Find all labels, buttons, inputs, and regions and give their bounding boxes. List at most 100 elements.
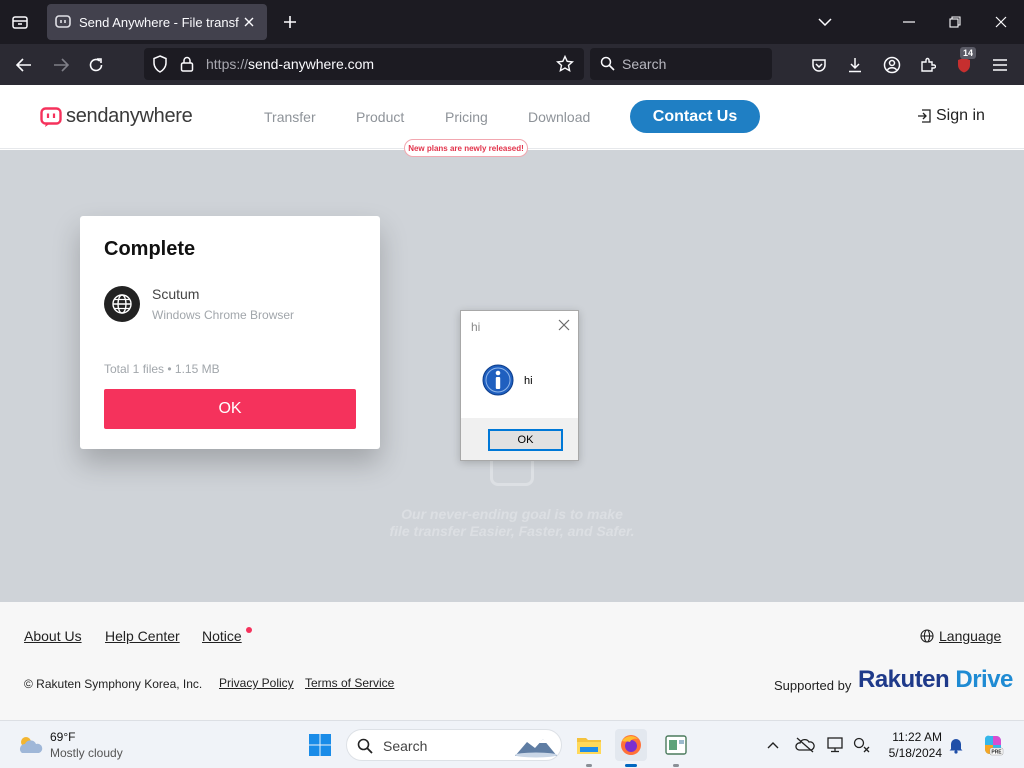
terms-of-service-link[interactable]: Terms of Service [305, 676, 394, 690]
search-highlight-icon [513, 734, 559, 758]
dialog-title: hi [471, 320, 481, 334]
sign-in-link[interactable]: Sign in [916, 107, 985, 125]
copyright: © Rakuten Symphony Korea, Inc. [24, 677, 203, 691]
globe-small-icon [920, 629, 934, 643]
back-arrow-icon[interactable] [9, 50, 39, 80]
windows-taskbar: 69°F Mostly cloudy Search 11:22 AM 5/18/… [0, 720, 1024, 768]
send-anywhere-favicon-icon [55, 14, 71, 30]
pricing-new-badge[interactable]: New plans are newly released! [404, 139, 528, 157]
firefox-active-indicator [625, 764, 637, 767]
weather-widget[interactable]: 69°F Mostly cloudy [16, 729, 123, 761]
tagline-line-1: Our never-ending goal is to make [401, 506, 623, 522]
tab-list-icon[interactable] [6, 8, 34, 36]
app-window-icon[interactable] [660, 729, 692, 761]
footer-link-help-center[interactable]: Help Center [105, 628, 180, 644]
minimize-window-icon[interactable] [886, 0, 932, 44]
account-icon[interactable] [877, 50, 907, 80]
svg-text:PRE: PRE [991, 750, 1002, 756]
logo-mark-icon [40, 106, 62, 127]
firefox-icon[interactable] [615, 729, 647, 761]
dialog-message: hi [524, 375, 533, 387]
tab-close-icon[interactable] [239, 12, 259, 32]
tagline-line-2: file transfer Easier, Faster, and Safer. [389, 523, 635, 539]
language-selector[interactable]: Language [920, 628, 1001, 644]
nav-link-product[interactable]: Product [356, 109, 404, 125]
ublock-extension-icon[interactable]: 14 [949, 47, 979, 80]
extensions-puzzle-icon[interactable] [913, 50, 943, 80]
tracking-shield-icon[interactable] [152, 55, 168, 73]
magnifier-icon [600, 56, 615, 71]
taskbar-search-icon [357, 738, 373, 754]
footer-link-notice[interactable]: Notice [202, 628, 242, 644]
nav-link-download[interactable]: Download [528, 109, 590, 125]
globe-icon [104, 286, 140, 322]
drive-wordmark: Drive [955, 666, 1013, 693]
browser-search-bar[interactable]: Search [590, 48, 772, 80]
sign-in-label: Sign in [936, 107, 985, 124]
send-anywhere-logo[interactable]: sendanywhere [40, 105, 193, 128]
pocket-icon[interactable] [804, 50, 834, 80]
supported-by-label: Supported by [774, 678, 852, 693]
card-title: Complete [104, 238, 196, 260]
new-tab-plus-icon[interactable] [276, 8, 304, 36]
taskbar-search-box[interactable]: Search [346, 729, 562, 761]
restore-window-icon[interactable] [932, 0, 978, 44]
logo-word-send: send [66, 105, 109, 127]
privacy-policy-link[interactable]: Privacy Policy [219, 676, 294, 690]
clock-time: 11:22 AM [892, 730, 942, 744]
clock-date: 5/18/2024 [888, 746, 942, 760]
dialog-ok-button[interactable]: OK [488, 429, 563, 451]
browser-nav-toolbar: https://send-anywhere.com Search 14 [0, 44, 1024, 85]
rakuten-drive-logo[interactable]: Rakuten Drive [858, 666, 1013, 694]
complete-ok-button[interactable]: OK [104, 389, 356, 429]
transfer-complete-card: Complete Scutum Windows Chrome Browser T… [80, 216, 380, 449]
weather-condition: Mostly cloudy [50, 746, 123, 760]
rakuten-wordmark: Rakuten [858, 666, 950, 693]
nav-link-pricing[interactable]: Pricing [445, 109, 488, 125]
site-footer: About Us Help Center Notice Language © R… [0, 602, 1024, 720]
contact-us-button[interactable]: Contact Us [630, 100, 760, 133]
tab-overflow-chevron-icon[interactable] [802, 0, 848, 44]
notification-bell-icon[interactable] [946, 735, 966, 755]
device-type: Windows Chrome Browser [152, 308, 295, 322]
file-explorer-icon[interactable] [573, 729, 605, 761]
file-explorer-running-indicator [586, 764, 592, 767]
hamburger-menu-icon[interactable] [985, 50, 1015, 80]
forward-arrow-icon[interactable] [46, 50, 76, 80]
network-status-icon[interactable] [852, 735, 872, 755]
windows-start-icon[interactable] [304, 729, 336, 761]
browser-search-placeholder: Search [622, 56, 667, 72]
device-name: Scutum [152, 286, 200, 302]
footer-link-about[interactable]: About Us [24, 628, 82, 644]
browser-tab-strip: Send Anywhere - File transfer [0, 0, 1024, 44]
url-host: send-anywhere.com [248, 56, 375, 72]
display-settings-icon[interactable] [826, 735, 846, 755]
show-hidden-icons-chevron-icon[interactable] [763, 735, 783, 755]
info-icon [482, 364, 514, 396]
app-running-indicator [673, 764, 679, 767]
device-row: Scutum Windows Chrome Browser [104, 286, 294, 322]
nav-link-transfer[interactable]: Transfer [264, 109, 316, 125]
reload-icon[interactable] [81, 50, 111, 80]
tagline: Our never-ending goal is to make file tr… [0, 506, 1024, 540]
close-window-icon[interactable] [978, 0, 1024, 44]
logo-word-anywhere: anywhere [108, 105, 193, 127]
url-text[interactable]: https://send-anywhere.com [206, 56, 374, 72]
browser-tab-active[interactable]: Send Anywhere - File transfer [47, 4, 267, 40]
dialog-close-icon[interactable] [556, 317, 572, 333]
copilot-icon[interactable]: PRE [980, 732, 1006, 758]
dialog-body: hi [461, 341, 578, 418]
padlock-icon[interactable] [180, 56, 194, 72]
transfer-total: Total 1 files • 1.15 MB [104, 362, 220, 376]
onedrive-offline-icon[interactable] [795, 735, 815, 755]
url-bar[interactable]: https://send-anywhere.com [144, 48, 584, 80]
dialog-footer: OK [461, 418, 578, 460]
downloads-icon[interactable] [840, 50, 870, 80]
bookmark-star-icon[interactable] [556, 55, 574, 73]
notice-unread-dot [246, 627, 252, 633]
weather-temperature: 69°F [50, 730, 76, 744]
message-dialog: hi hi OK [460, 310, 579, 461]
system-clock[interactable]: 11:22 AM 5/18/2024 [880, 729, 942, 761]
device-info: Scutum Windows Chrome Browser [152, 286, 294, 322]
cloud-sun-icon [20, 737, 43, 753]
